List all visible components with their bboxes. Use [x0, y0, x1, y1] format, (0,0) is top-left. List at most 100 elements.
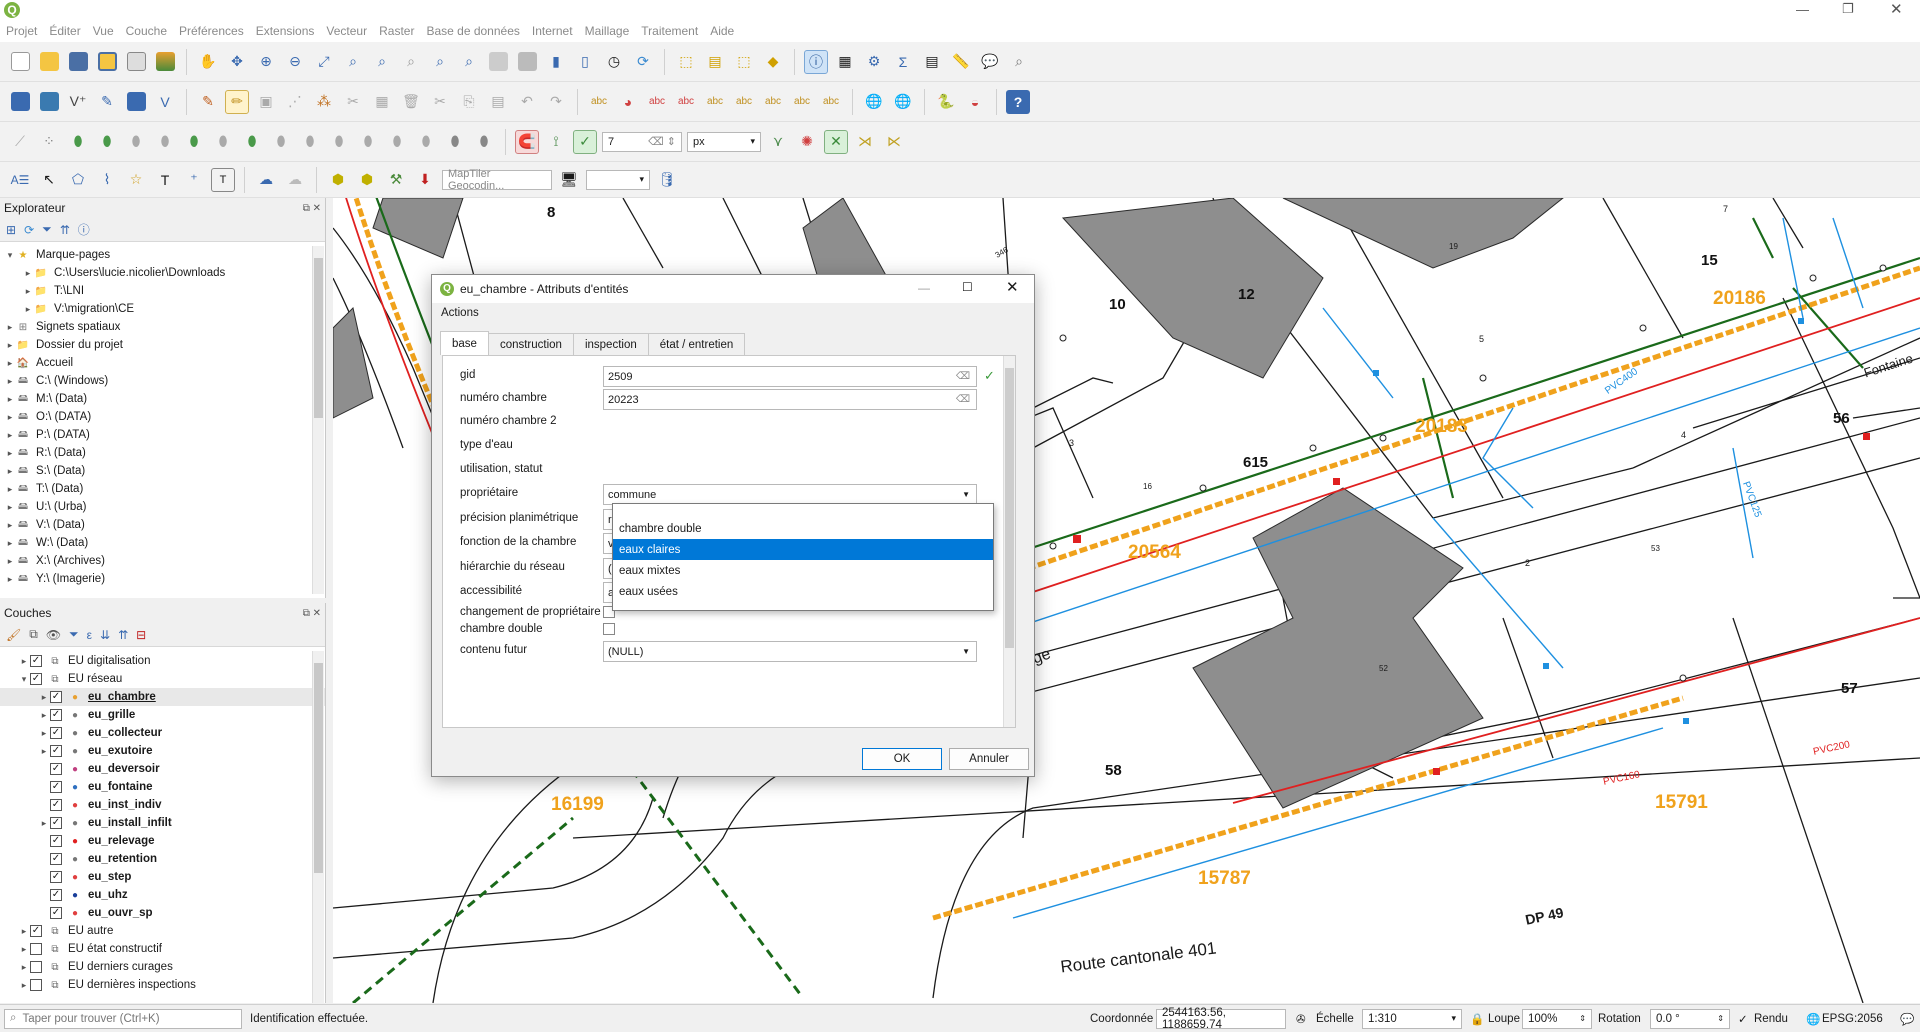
- map-tips-icon[interactable]: 💬: [978, 50, 1002, 74]
- deselect-icon[interactable]: ⬚: [732, 50, 756, 74]
- text-tool-icon[interactable]: T: [211, 167, 235, 192]
- reshape-icon[interactable]: ⬮: [182, 130, 206, 154]
- minimize-window-button[interactable]: —: [1796, 2, 1809, 17]
- filter-expression-icon[interactable]: ε: [87, 628, 92, 642]
- expand-arrow-icon[interactable]: ▸: [4, 538, 16, 549]
- layer-item[interactable]: ✓ ● eu_relevage: [0, 832, 325, 850]
- measure-icon[interactable]: 📏: [949, 50, 973, 74]
- select-location-icon[interactable]: ◆: [761, 50, 785, 74]
- lock-scale-icon[interactable]: 🔒: [1470, 1012, 1484, 1026]
- new-map-view-icon[interactable]: [486, 50, 510, 74]
- topological-editing-icon[interactable]: ⋎: [766, 130, 790, 154]
- explorer-item[interactable]: ▸ 📁 Dossier du projet: [0, 336, 325, 354]
- database-icon[interactable]: 🛢: [655, 168, 679, 192]
- panel-close-icon[interactable]: ⧉ ✕: [303, 203, 321, 214]
- plugin-cube-icon[interactable]: ⬢: [326, 168, 350, 192]
- expand-arrow-icon[interactable]: ▸: [18, 926, 30, 937]
- dropdown-option[interactable]: eaux usées: [613, 581, 993, 602]
- split-features-icon[interactable]: ⬮: [240, 130, 264, 154]
- fill-ring-icon[interactable]: ⬮: [95, 130, 119, 154]
- layer-item[interactable]: ▸ ✓ ● eu_install_infilt: [0, 814, 325, 832]
- layout-manager-icon[interactable]: [153, 50, 177, 74]
- menu-item[interactable]: Aide: [710, 24, 734, 38]
- layer-visibility-checkbox[interactable]: [30, 943, 42, 955]
- clear-icon[interactable]: ⌫: [956, 394, 970, 405]
- layer-visibility-checkbox[interactable]: ✓: [50, 781, 62, 793]
- temporal-controller-icon[interactable]: ◷: [602, 50, 626, 74]
- menu-item[interactable]: Éditer: [49, 24, 80, 38]
- layer-item[interactable]: ✓ ● eu_step: [0, 868, 325, 886]
- explorer-item[interactable]: ▸ 🖴 M:\ (Data): [0, 390, 325, 408]
- menu-item[interactable]: Traitement: [641, 24, 698, 38]
- expand-arrow-icon[interactable]: ▸: [22, 268, 34, 279]
- collapse-all-icon[interactable]: ⇈: [118, 628, 128, 642]
- snap-intersection-icon[interactable]: ✺: [795, 130, 819, 154]
- snapping-unit-select[interactable]: px ▾: [687, 131, 761, 152]
- explorer-item[interactable]: ▸ 🖴 T:\ (Data): [0, 480, 325, 498]
- pin-labels-icon[interactable]: abc: [645, 90, 669, 114]
- tab-0[interactable]: base: [440, 331, 489, 355]
- plugin-download-icon[interactable]: ⬇: [413, 168, 437, 192]
- expand-arrow-icon[interactable]: ▸: [18, 944, 30, 955]
- reverse-line-icon[interactable]: ⬮: [443, 130, 467, 154]
- messages-icon[interactable]: 💬: [1900, 1012, 1914, 1026]
- panel-close-icon[interactable]: ⧉ ✕: [303, 608, 321, 619]
- maximize-icon[interactable]: ☐: [962, 280, 973, 294]
- zoom-out-icon[interactable]: ⊖: [283, 50, 307, 74]
- tab-3[interactable]: état / entretien: [647, 333, 746, 355]
- layer-item[interactable]: ▸ ✓ ● eu_grille: [0, 706, 325, 724]
- locator-search[interactable]: ⌕ Taper pour trouver (Ctrl+K): [4, 1008, 242, 1029]
- new-temp-layer-icon[interactable]: ✎: [95, 90, 119, 114]
- layer-visibility-checkbox[interactable]: ✓: [50, 691, 62, 703]
- new-bookmark-icon[interactable]: ▮: [544, 50, 568, 74]
- expand-arrow-icon[interactable]: ▸: [4, 340, 16, 351]
- snapping-vertex-icon[interactable]: ⟟: [544, 130, 568, 154]
- field-combo[interactable]: commune ▼: [603, 484, 977, 505]
- cancel-button[interactable]: Annuler: [949, 748, 1029, 770]
- select-annotation-icon[interactable]: ↖: [37, 168, 61, 192]
- expand-arrow-icon[interactable]: ▸: [18, 656, 30, 667]
- merge-selected-icon[interactable]: ⬮: [298, 130, 322, 154]
- layer-visibility-checkbox[interactable]: [30, 961, 42, 973]
- layer-visibility-checkbox[interactable]: ✓: [50, 745, 62, 757]
- expand-arrow-icon[interactable]: ▸: [4, 412, 16, 423]
- expand-arrow-icon[interactable]: ▸: [4, 556, 16, 567]
- explorer-item[interactable]: ▸ 🖴 O:\ (DATA): [0, 408, 325, 426]
- point-text-icon[interactable]: T: [153, 168, 177, 192]
- explorer-item[interactable]: ▸ 🖴 U:\ (Urba): [0, 498, 325, 516]
- layer-item[interactable]: ▸ ✓ ● eu_exutoire: [0, 742, 325, 760]
- field-checkbox[interactable]: [603, 623, 615, 635]
- field-combo[interactable]: (NULL)▼: [603, 641, 977, 662]
- redo-icon[interactable]: ↷: [544, 90, 568, 114]
- expand-arrow-icon[interactable]: ▸: [4, 484, 16, 495]
- polygon-annotation-icon[interactable]: ⬠: [66, 168, 90, 192]
- cloud-icon[interactable]: ☁: [254, 168, 278, 192]
- label-options-icon[interactable]: abc: [790, 90, 814, 114]
- delete-ring-icon[interactable]: ⬮: [124, 130, 148, 154]
- menu-item[interactable]: Internet: [532, 24, 573, 38]
- explorer-item[interactable]: ▾ ★ Marque-pages: [0, 246, 325, 264]
- new-shapefile-icon[interactable]: V⁺: [66, 90, 90, 114]
- layer-item[interactable]: ▸ ⧉ EU derniers curages: [0, 958, 325, 976]
- dropdown-option[interactable]: eaux mixtes: [613, 560, 993, 581]
- zoom-next-icon[interactable]: ⌕: [457, 50, 481, 74]
- layer-visibility-checkbox[interactable]: ✓: [50, 907, 62, 919]
- add-ring-icon[interactable]: ⁘: [37, 130, 61, 154]
- delete-part-icon[interactable]: ⬮: [153, 130, 177, 154]
- layer-visibility-checkbox[interactable]: ✓: [50, 835, 62, 847]
- delete-selected-icon[interactable]: 🗑: [399, 90, 423, 114]
- zoom-layer-icon[interactable]: ⌕: [370, 50, 394, 74]
- monitor-icon[interactable]: 🖥: [557, 168, 581, 192]
- plugin-cube-2-icon[interactable]: ⬢: [355, 168, 379, 192]
- render-checkbox[interactable]: ✓: [1738, 1012, 1748, 1026]
- crs-icon[interactable]: 🌐: [1806, 1012, 1820, 1026]
- layer-item[interactable]: ✓ ● eu_ouvr_sp: [0, 904, 325, 922]
- split-parts-icon[interactable]: ⬮: [269, 130, 293, 154]
- layer-visibility-checkbox[interactable]: ✓: [50, 853, 62, 865]
- plugin-tools-icon[interactable]: ⚒: [384, 168, 408, 192]
- layer-visibility-checkbox[interactable]: [30, 979, 42, 991]
- data-source-manager-icon[interactable]: [8, 90, 32, 114]
- extent-icon[interactable]: ✇: [1296, 1012, 1306, 1026]
- offset-curve-icon[interactable]: ⬮: [211, 130, 235, 154]
- globe-icon[interactable]: 🌐: [862, 90, 886, 114]
